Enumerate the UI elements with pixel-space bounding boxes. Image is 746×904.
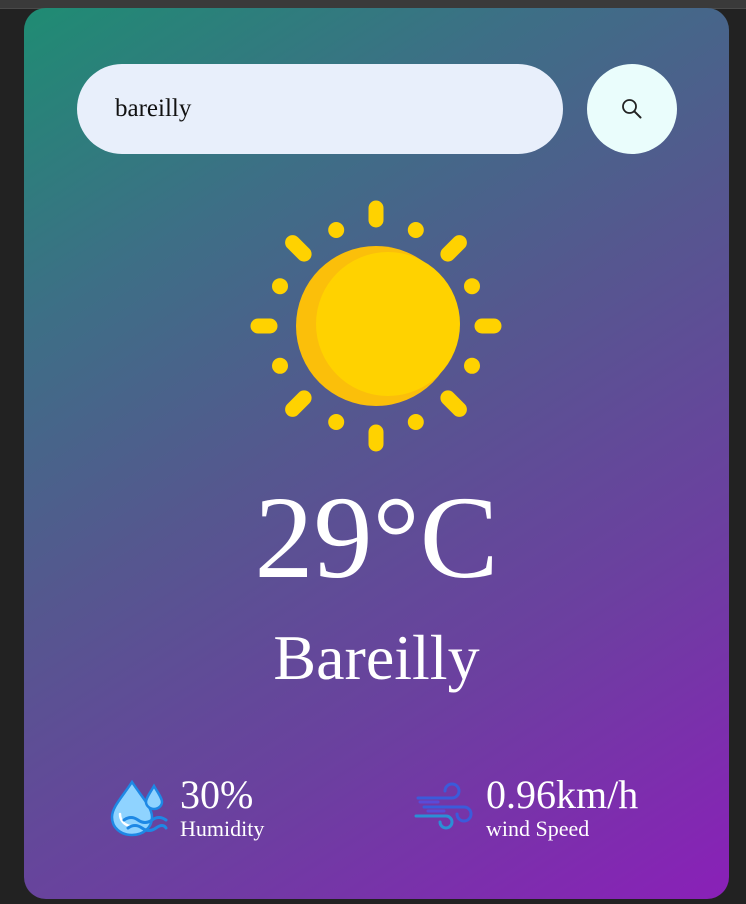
wind-stat: 0.96km/h wind Speed [414, 768, 638, 848]
humidity-value: 30% [180, 772, 254, 817]
search-icon [622, 99, 642, 119]
humidity-icon [110, 779, 168, 837]
search-button[interactable] [587, 64, 677, 154]
wind-icon [414, 782, 473, 830]
wind-label: wind Speed [486, 816, 590, 841]
weather-card: 29°C Bareilly 30% Humidity 0.96km/h [24, 8, 729, 899]
wind-value: 0.96km/h [486, 772, 639, 817]
humidity-label: Humidity [180, 816, 265, 841]
humidity-stat: 30% Humidity [108, 768, 264, 848]
temperature-value: 29°C [254, 472, 499, 603]
city-name: Bareilly [273, 622, 480, 693]
sun-icon [250, 200, 502, 452]
city-search-input[interactable] [77, 64, 563, 154]
